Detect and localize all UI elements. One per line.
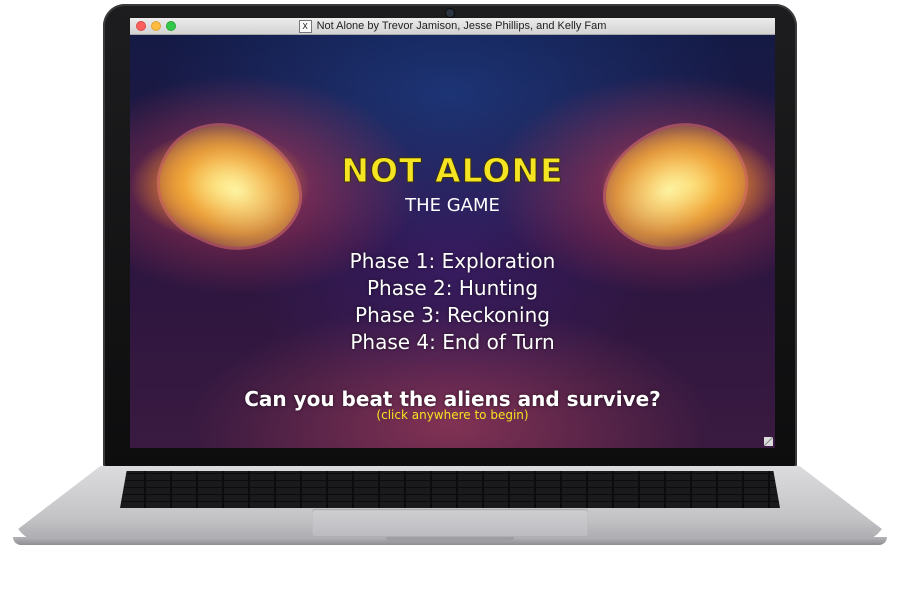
x11-icon: X: [298, 19, 312, 33]
start-hint: (click anywhere to begin): [376, 408, 529, 422]
phase-item: Phase 1: Exploration: [349, 249, 556, 273]
game-title: NOT ALONE: [341, 151, 564, 191]
resize-grip-icon[interactable]: [764, 437, 773, 446]
game-subtitle: THE GAME: [405, 195, 500, 216]
phase-item: Phase 3: Reckoning: [355, 303, 550, 327]
game-start-screen[interactable]: NOT ALONE THE GAME Phase 1: Exploration …: [130, 35, 775, 448]
keyboard: [120, 471, 780, 508]
phase-item: Phase 4: End of Turn: [350, 330, 555, 354]
phase-item: Phase 2: Hunting: [366, 276, 539, 300]
webcam-icon: [446, 9, 454, 17]
title-bar[interactable]: X Not Alone by Trevor Jamison, Jesse Phi…: [130, 18, 775, 35]
minimize-button[interactable]: [151, 21, 161, 31]
window-title: Not Alone by Trevor Jamison, Jesse Phill…: [316, 20, 607, 32]
trackpad: [312, 509, 588, 536]
close-button[interactable]: [136, 21, 146, 31]
zoom-button[interactable]: [166, 21, 176, 31]
phase-list: Phase 1: Exploration Phase 2: Hunting Ph…: [130, 248, 775, 356]
app-window: X Not Alone by Trevor Jamison, Jesse Phi…: [130, 18, 775, 448]
lid-opening-notch: [386, 537, 514, 541]
